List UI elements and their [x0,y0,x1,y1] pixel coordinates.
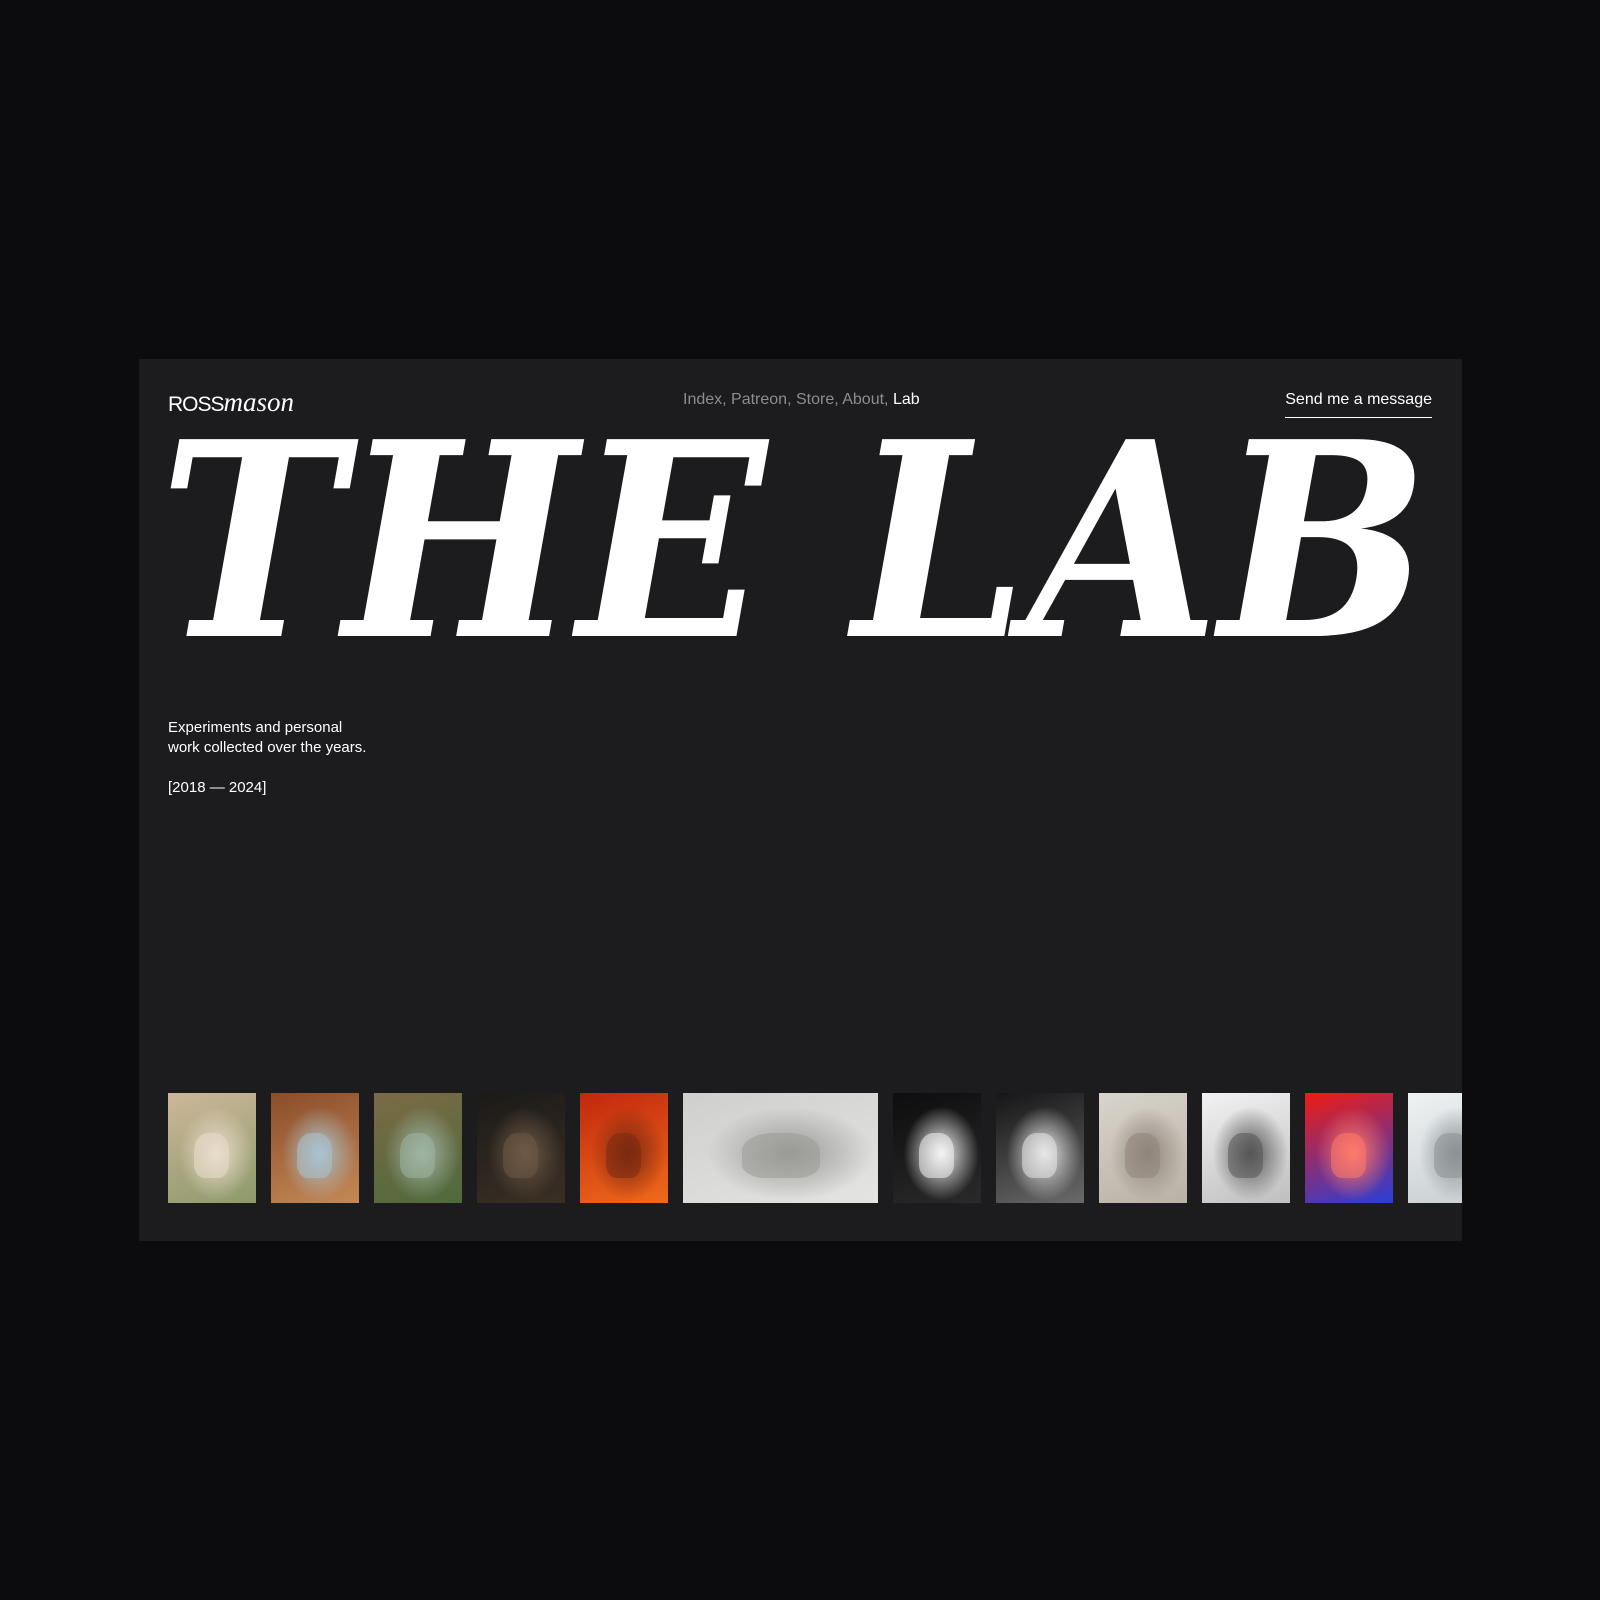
thumbnail-subject [503,1133,538,1178]
thumbnail-subject [1434,1133,1462,1178]
thumbnail-subject [1022,1133,1057,1178]
gallery-thumbnail-sunlit-room[interactable] [1099,1093,1187,1203]
thumbnail-subject [742,1133,820,1178]
gallery-thumbnail-car-sketches[interactable] [1202,1093,1290,1203]
intro-text: Experiments and personal work collected … [168,718,428,758]
main-nav: Index, Patreon, Store, About, Lab [683,391,920,409]
logo-caps: ROSS [168,393,225,416]
nav-separator: , [884,391,893,408]
thumbnail-subject [919,1133,954,1178]
intro-line: Experiments and personal [168,719,343,736]
nav-item-store[interactable]: Store [796,391,834,408]
thumbnail-subject [1125,1133,1160,1178]
nav-separator: , [787,391,796,408]
nav-item-patreon[interactable]: Patreon [731,391,787,408]
gallery-thumbnail-red-blue-object[interactable] [1305,1093,1393,1203]
year-range: [2018 — 2024] [168,779,267,796]
nav-item-index[interactable]: Index [683,391,722,408]
nav-separator: , [722,391,732,408]
logo-italic: mason [223,387,295,417]
intro-line: work collected over the years. [168,739,367,756]
thumbnail-subject [194,1133,229,1178]
nav-item-lab[interactable]: Lab [893,391,920,408]
gallery-thumbnail-a-frame-seaview[interactable] [271,1093,359,1203]
thumbnail-subject [297,1133,332,1178]
page-title-text: THE LAB [159,431,1429,671]
gallery-strip [168,1093,1462,1203]
gallery-thumbnail-white-room-sculpture[interactable] [683,1093,878,1203]
thumbnail-subject [400,1133,435,1178]
send-message-link[interactable]: Send me a message [1285,391,1432,418]
thumbnail-subject [1331,1133,1366,1178]
thumbnail-subject [606,1133,641,1178]
gallery-thumbnail-interior-arch-room[interactable] [168,1093,256,1203]
gallery-thumbnail-twisted-vases[interactable] [996,1093,1084,1203]
gallery-thumbnail-rocky-house-pool[interactable] [374,1093,462,1203]
logo[interactable]: ROSSmason [168,387,294,418]
page-title: THE LAB [159,431,1439,671]
page-title-svg: THE LAB [159,431,1429,671]
gallery-thumbnail-glass-object[interactable] [1408,1093,1462,1203]
gallery-thumbnail-amber-bottle[interactable] [580,1093,668,1203]
gallery-thumbnail-dark-cliff-house[interactable] [477,1093,565,1203]
thumbnail-subject [1228,1133,1263,1178]
nav-item-about[interactable]: About [842,391,884,408]
gallery-thumbnail-black-tube-objects[interactable] [893,1093,981,1203]
page-frame: ROSSmason Index, Patreon, Store, About, … [139,359,1462,1241]
